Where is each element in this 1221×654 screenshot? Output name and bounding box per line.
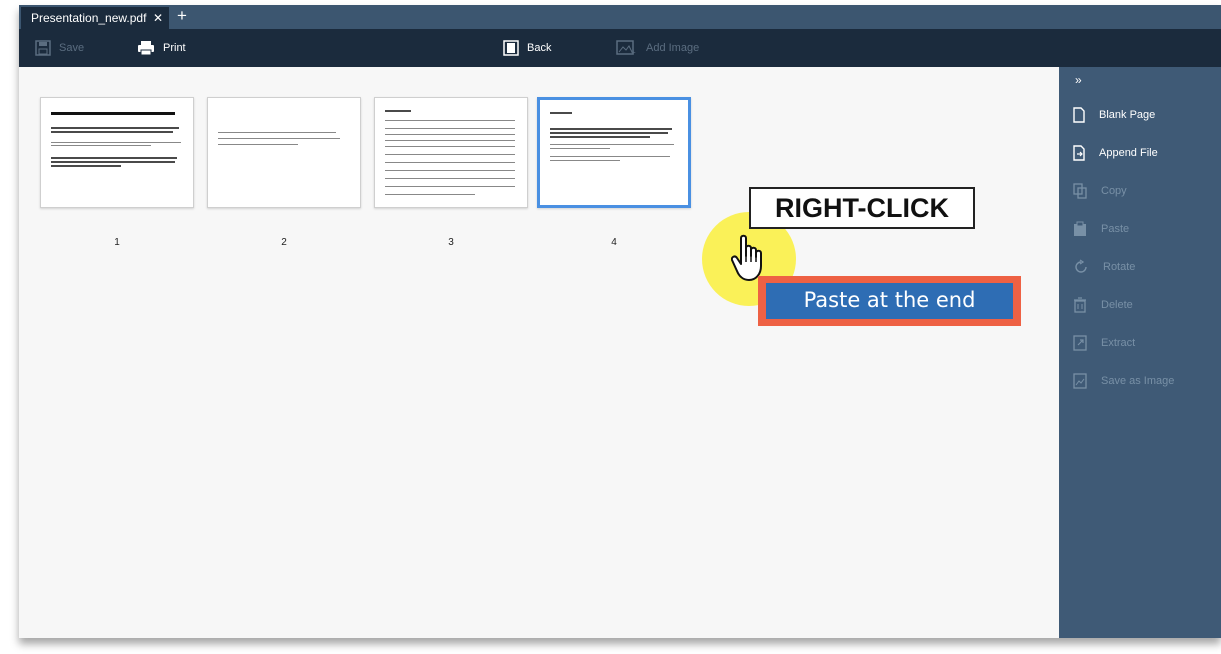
append-file-button[interactable]: Append File: [1073, 143, 1158, 163]
print-label: Print: [163, 42, 186, 54]
save-as-image-icon: [1073, 373, 1087, 389]
app-window: Presentation_new.pdf ✕ + Save Print Back…: [19, 5, 1221, 638]
page-number-4: 4: [611, 237, 617, 248]
extract-label: Extract: [1101, 337, 1136, 349]
svg-text:+: +: [631, 48, 636, 56]
save-button[interactable]: Save: [35, 29, 84, 67]
back-page-icon: [503, 40, 519, 56]
page-thumbnail-4[interactable]: [537, 97, 691, 208]
paste-icon: [1074, 221, 1086, 236]
delete-button[interactable]: Delete: [1073, 295, 1133, 315]
paste-button[interactable]: Paste: [1073, 219, 1129, 239]
page-number-3: 3: [448, 237, 454, 248]
rotate-icon: [1075, 259, 1087, 273]
add-image-button[interactable]: + Add Image: [616, 29, 699, 67]
tab-title: Presentation_new.pdf: [31, 11, 147, 25]
blank-page-label: Blank Page: [1099, 109, 1156, 121]
page-number-2: 2: [281, 237, 287, 248]
back-button[interactable]: Back: [503, 29, 551, 67]
add-image-icon: +: [616, 40, 636, 56]
back-label: Back: [527, 42, 552, 54]
append-file-icon: [1073, 145, 1085, 161]
print-button[interactable]: Print: [137, 29, 186, 67]
blank-page-button[interactable]: Blank Page: [1073, 105, 1155, 125]
rotate-button[interactable]: Rotate: [1073, 257, 1135, 277]
page-thumbnail-1[interactable]: [40, 97, 194, 208]
extract-icon: [1073, 335, 1087, 351]
save-icon: [35, 40, 51, 56]
page-actions-sidebar: » Blank Page Append File Copy Paste Rota…: [1059, 67, 1221, 638]
save-as-image-label: Save as Image: [1101, 375, 1175, 387]
save-label: Save: [59, 42, 85, 54]
context-menu: Paste at the end: [758, 276, 1021, 326]
page-number-1: 1: [114, 237, 120, 248]
right-click-callout: RIGHT-CLICK: [749, 187, 975, 229]
delete-label: Delete: [1101, 299, 1133, 311]
tab-bar: Presentation_new.pdf ✕ +: [19, 5, 1221, 29]
collapse-sidebar-icon[interactable]: »: [1075, 73, 1082, 87]
new-tab-button[interactable]: +: [177, 5, 187, 29]
copy-label: Copy: [1101, 185, 1127, 197]
tab-document[interactable]: Presentation_new.pdf ✕: [21, 7, 169, 29]
copy-button[interactable]: Copy: [1073, 181, 1127, 201]
add-image-label: Add Image: [646, 42, 700, 54]
page-thumbnail-2[interactable]: [207, 97, 361, 208]
delete-icon: [1074, 297, 1086, 313]
page-canvas[interactable]: 1 2 3 4: [19, 67, 1059, 638]
rotate-label: Rotate: [1103, 261, 1136, 273]
paste-label: Paste: [1101, 223, 1130, 235]
page-thumbnail-3[interactable]: [374, 97, 528, 208]
save-as-image-button[interactable]: Save as Image: [1073, 371, 1174, 391]
extract-button[interactable]: Extract: [1073, 333, 1135, 353]
printer-icon: [138, 41, 154, 56]
toolbar: Save Print Back + Add Image: [19, 29, 1221, 67]
append-file-label: Append File: [1099, 147, 1158, 159]
blank-page-icon: [1073, 107, 1085, 123]
copy-icon: [1073, 183, 1087, 199]
paste-at-end-menu-item[interactable]: Paste at the end: [766, 283, 1013, 319]
close-tab-icon[interactable]: ✕: [153, 7, 163, 29]
